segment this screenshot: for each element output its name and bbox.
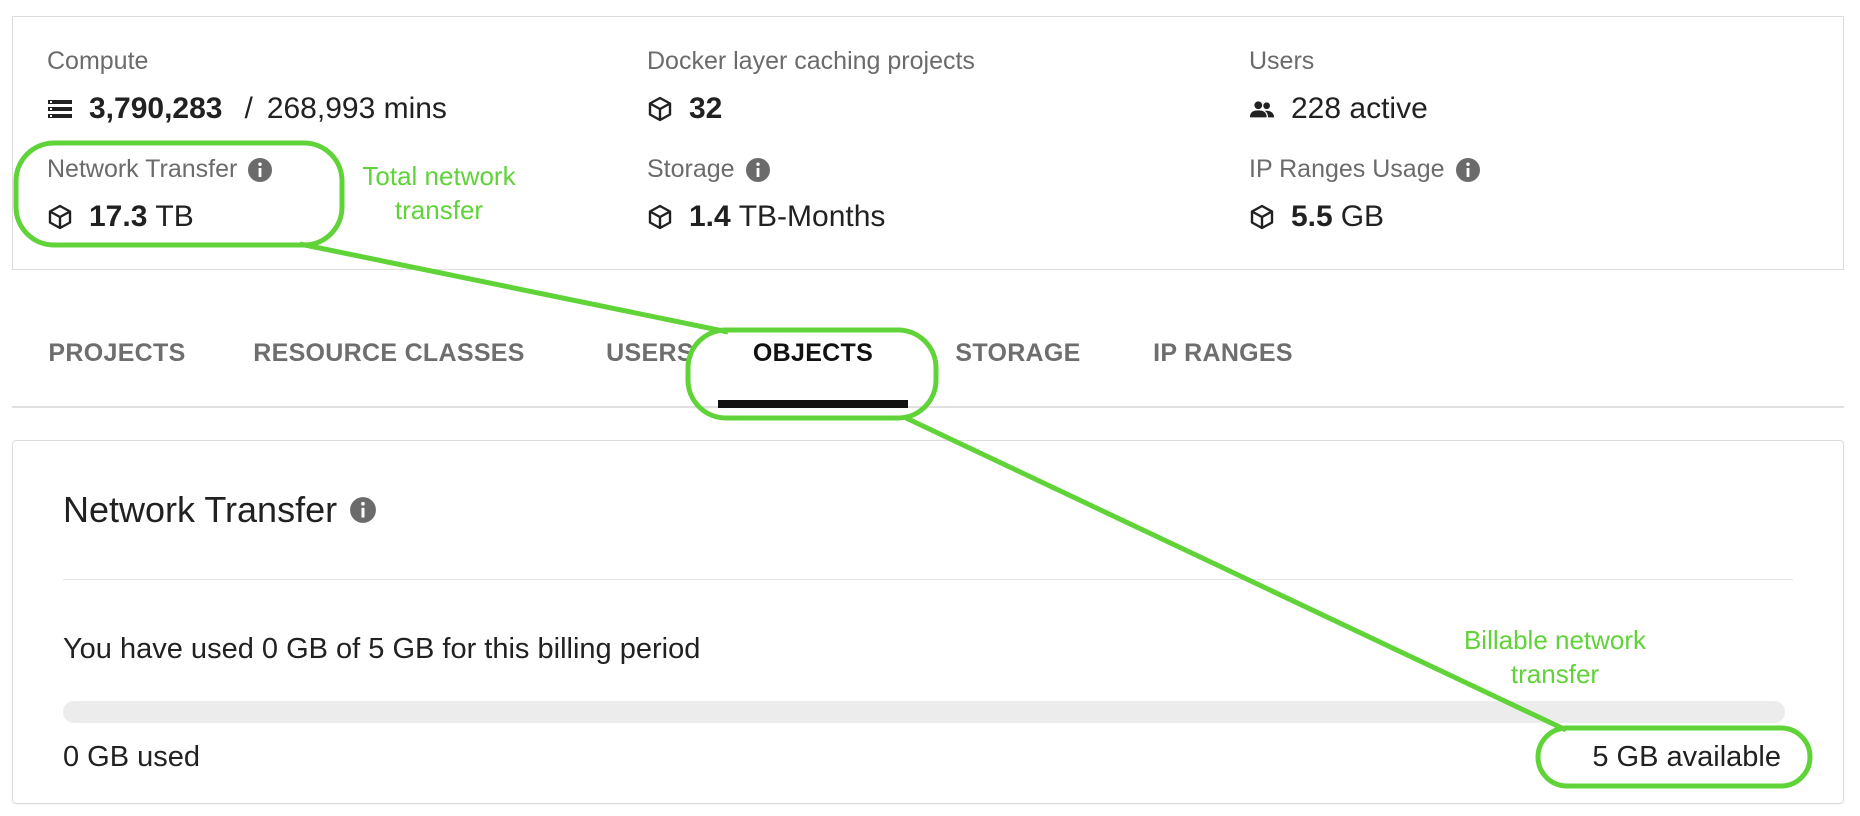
cube-icon: [47, 204, 73, 230]
cube-icon: [647, 204, 673, 230]
users-label: Users: [1249, 47, 1315, 75]
compute-separator: /: [244, 92, 253, 125]
info-icon[interactable]: [247, 157, 273, 183]
network-transfer-unit: TB: [155, 200, 194, 233]
tab-storage[interactable]: STORAGE: [938, 300, 1098, 406]
card-divider: [63, 579, 1793, 580]
docker-label: Docker layer caching projects: [647, 47, 975, 75]
tab-bar: PROJECTS RESOURCE CLASSES USERS OBJECTS …: [12, 300, 1844, 408]
cube-icon: [1249, 204, 1275, 230]
tab-users[interactable]: USERS: [580, 300, 720, 406]
billable-transfer-note: Billable network transfer: [1430, 624, 1680, 692]
total-transfer-note-line2: transfer: [394, 194, 484, 225]
available-label: 5 GB available: [1592, 741, 1781, 773]
storage-label: Storage: [647, 155, 735, 183]
server-stack-icon: [47, 96, 73, 122]
ip-ranges-value: 5.5: [1291, 200, 1333, 233]
total-transfer-note: Total network transfer: [344, 160, 534, 228]
compute-used-value: 3,790,283: [89, 92, 223, 125]
docker-stat: Docker layer caching projects 32: [647, 47, 975, 126]
network-transfer-value: 17.3: [89, 200, 148, 233]
cube-icon: [647, 96, 673, 122]
used-label: 0 GB used: [63, 741, 201, 773]
usage-progress-bar: [63, 701, 1785, 723]
tab-ip-ranges[interactable]: IP RANGES: [1130, 300, 1316, 406]
network-transfer-stat: Network Transfer 17.3 TB: [47, 155, 273, 234]
ip-ranges-unit: GB: [1340, 200, 1385, 233]
storage-unit: TB-Months: [738, 200, 886, 233]
tab-resource-classes[interactable]: RESOURCE CLASSES: [246, 300, 532, 406]
ip-ranges-stat: IP Ranges Usage 5.5 GB: [1249, 155, 1481, 234]
tab-objects[interactable]: OBJECTS: [718, 300, 908, 408]
usage-stats-panel: Compute 3,790,283 / 268,993 mins Docker …: [12, 16, 1844, 270]
billable-transfer-note-line1: Billable network: [1463, 625, 1647, 655]
users-value: 228 active: [1291, 92, 1428, 125]
billable-transfer-note-line2: transfer: [1510, 658, 1600, 689]
docker-value: 32: [689, 92, 723, 125]
network-transfer-label: Network Transfer: [47, 155, 238, 183]
total-transfer-note-line1: Total network: [362, 161, 516, 191]
users-stat: Users 228 active: [1249, 47, 1428, 126]
card-title: Network Transfer: [63, 489, 338, 530]
compute-stat: Compute 3,790,283 / 268,993 mins: [47, 47, 447, 126]
usage-summary-text: You have used 0 GB of 5 GB for this bill…: [63, 633, 701, 665]
network-transfer-card: Network Transfer You have used 0 GB of 5…: [12, 440, 1844, 804]
storage-stat: Storage 1.4 TB-Months: [647, 155, 885, 234]
compute-limit-value: 268,993 mins: [266, 92, 447, 125]
info-icon[interactable]: [349, 496, 377, 524]
ip-ranges-label: IP Ranges Usage: [1249, 155, 1445, 183]
tab-projects[interactable]: PROJECTS: [12, 300, 222, 406]
compute-label: Compute: [47, 47, 149, 75]
info-icon[interactable]: [745, 157, 771, 183]
people-icon: [1249, 96, 1275, 122]
info-icon[interactable]: [1455, 157, 1481, 183]
storage-value: 1.4: [689, 200, 731, 233]
